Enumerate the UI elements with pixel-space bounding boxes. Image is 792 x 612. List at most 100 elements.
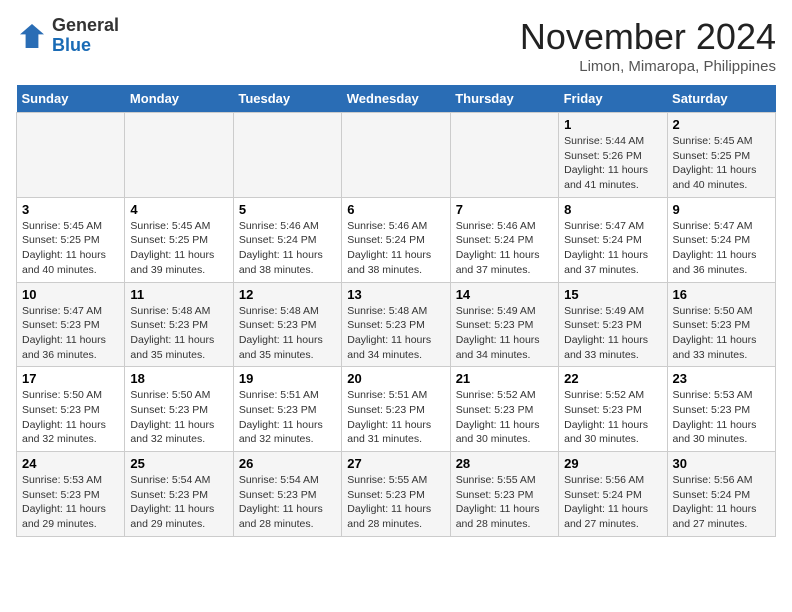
day-info: Sunrise: 5:49 AM Sunset: 5:23 PM Dayligh… <box>564 304 661 363</box>
day-info: Sunrise: 5:55 AM Sunset: 5:23 PM Dayligh… <box>347 473 444 532</box>
day-info: Sunrise: 5:49 AM Sunset: 5:23 PM Dayligh… <box>456 304 553 363</box>
day-number: 29 <box>564 456 661 471</box>
calendar-cell: 27Sunrise: 5:55 AM Sunset: 5:23 PM Dayli… <box>342 452 450 537</box>
day-number: 3 <box>22 202 119 217</box>
day-info: Sunrise: 5:45 AM Sunset: 5:25 PM Dayligh… <box>673 134 770 193</box>
calendar-cell: 5 Sunrise: 5:46 AM Sunset: 5:24 PM Daylig… <box>233 197 341 282</box>
calendar-cell: 12 Sunrise: 5:48 AM Sunset: 5:23 PM Dayli… <box>233 282 341 367</box>
day-number: 1 <box>564 117 661 132</box>
day-number: 19 <box>239 371 336 386</box>
calendar-cell: 4Sunrise: 5:45 AM Sunset: 5:25 PM Daylig… <box>125 197 233 282</box>
day-number: 6 <box>347 202 444 217</box>
day-info: Sunrise: 5:48 AM Sunset: 5:23 PM Dayligh… <box>239 304 336 363</box>
day-info: Sunrise: 5:46 AM Sunset: 5:24 PM Dayligh… <box>239 219 336 278</box>
day-number: 15 <box>564 287 661 302</box>
calendar-cell <box>17 113 125 198</box>
calendar-cell: 16Sunrise: 5:50 AM Sunset: 5:23 PM Dayli… <box>667 282 775 367</box>
calendar-week-row: 24Sunrise: 5:53 AM Sunset: 5:23 PM Dayli… <box>17 452 776 537</box>
calendar-cell: 20Sunrise: 5:51 AM Sunset: 5:23 PM Dayli… <box>342 367 450 452</box>
day-info: Sunrise: 5:51 AM Sunset: 5:23 PM Dayligh… <box>239 388 336 447</box>
day-info: Sunrise: 5:46 AM Sunset: 5:24 PM Dayligh… <box>347 219 444 278</box>
calendar-cell: 6 Sunrise: 5:46 AM Sunset: 5:24 PM Daylig… <box>342 197 450 282</box>
day-number: 24 <box>22 456 119 471</box>
calendar-cell <box>233 113 341 198</box>
day-info: Sunrise: 5:55 AM Sunset: 5:23 PM Dayligh… <box>456 473 553 532</box>
calendar-cell: 19 Sunrise: 5:51 AM Sunset: 5:23 PM Dayli… <box>233 367 341 452</box>
calendar-cell: 7 Sunrise: 5:46 AM Sunset: 5:24 PM Daylig… <box>450 197 558 282</box>
calendar-body: 1 Sunrise: 5:44 AM Sunset: 5:26 PM Daylig… <box>17 113 776 537</box>
calendar-cell: 2Sunrise: 5:45 AM Sunset: 5:25 PM Daylig… <box>667 113 775 198</box>
day-number: 23 <box>673 371 770 386</box>
day-number: 14 <box>456 287 553 302</box>
calendar-week-row: 1 Sunrise: 5:44 AM Sunset: 5:26 PM Daylig… <box>17 113 776 198</box>
weekday-header: Tuesday <box>233 85 341 113</box>
day-info: Sunrise: 5:50 AM Sunset: 5:23 PM Dayligh… <box>22 388 119 447</box>
calendar-table: SundayMondayTuesdayWednesdayThursdayFrid… <box>16 85 776 537</box>
logo-general: General <box>52 16 119 36</box>
calendar-cell: 15 Sunrise: 5:49 AM Sunset: 5:23 PM Dayli… <box>559 282 667 367</box>
calendar-cell: 8Sunrise: 5:47 AM Sunset: 5:24 PM Daylig… <box>559 197 667 282</box>
calendar-cell <box>342 113 450 198</box>
day-number: 30 <box>673 456 770 471</box>
calendar-week-row: 10 Sunrise: 5:47 AM Sunset: 5:23 PM Dayli… <box>17 282 776 367</box>
weekday-header: Friday <box>559 85 667 113</box>
day-info: Sunrise: 5:53 AM Sunset: 5:23 PM Dayligh… <box>673 388 770 447</box>
weekday-header: Monday <box>125 85 233 113</box>
calendar-cell <box>125 113 233 198</box>
day-number: 10 <box>22 287 119 302</box>
day-number: 11 <box>130 287 227 302</box>
calendar-cell: 23 Sunrise: 5:53 AM Sunset: 5:23 PM Dayli… <box>667 367 775 452</box>
calendar-cell: 29 Sunrise: 5:56 AM Sunset: 5:24 PM Dayli… <box>559 452 667 537</box>
month-title: November 2024 <box>520 16 776 58</box>
calendar-cell: 11 Sunrise: 5:48 AM Sunset: 5:23 PM Dayli… <box>125 282 233 367</box>
day-number: 9 <box>673 202 770 217</box>
calendar-cell: 3Sunrise: 5:45 AM Sunset: 5:25 PM Daylig… <box>17 197 125 282</box>
day-info: Sunrise: 5:51 AM Sunset: 5:23 PM Dayligh… <box>347 388 444 447</box>
logo: General Blue <box>16 16 119 56</box>
title-block: November 2024 Limon, Mimaropa, Philippin… <box>520 16 776 75</box>
day-info: Sunrise: 5:52 AM Sunset: 5:23 PM Dayligh… <box>456 388 553 447</box>
calendar-cell <box>450 113 558 198</box>
day-info: Sunrise: 5:48 AM Sunset: 5:23 PM Dayligh… <box>130 304 227 363</box>
calendar-cell: 24Sunrise: 5:53 AM Sunset: 5:23 PM Dayli… <box>17 452 125 537</box>
calendar-week-row: 17 Sunrise: 5:50 AM Sunset: 5:23 PM Dayli… <box>17 367 776 452</box>
calendar-week-row: 3Sunrise: 5:45 AM Sunset: 5:25 PM Daylig… <box>17 197 776 282</box>
calendar-cell: 30 Sunrise: 5:56 AM Sunset: 5:24 PM Dayli… <box>667 452 775 537</box>
logo-icon <box>16 20 48 52</box>
calendar-cell: 28Sunrise: 5:55 AM Sunset: 5:23 PM Dayli… <box>450 452 558 537</box>
day-info: Sunrise: 5:44 AM Sunset: 5:26 PM Dayligh… <box>564 134 661 193</box>
day-info: Sunrise: 5:56 AM Sunset: 5:24 PM Dayligh… <box>564 473 661 532</box>
calendar-cell: 26 Sunrise: 5:54 AM Sunset: 5:23 PM Dayli… <box>233 452 341 537</box>
calendar-cell: 14 Sunrise: 5:49 AM Sunset: 5:23 PM Dayli… <box>450 282 558 367</box>
weekday-header-row: SundayMondayTuesdayWednesdayThursdayFrid… <box>17 85 776 113</box>
calendar-cell: 22 Sunrise: 5:52 AM Sunset: 5:23 PM Dayli… <box>559 367 667 452</box>
calendar-cell: 21 Sunrise: 5:52 AM Sunset: 5:23 PM Dayli… <box>450 367 558 452</box>
day-info: Sunrise: 5:48 AM Sunset: 5:23 PM Dayligh… <box>347 304 444 363</box>
day-number: 5 <box>239 202 336 217</box>
day-info: Sunrise: 5:47 AM Sunset: 5:23 PM Dayligh… <box>22 304 119 363</box>
calendar-cell: 9Sunrise: 5:47 AM Sunset: 5:24 PM Daylig… <box>667 197 775 282</box>
day-info: Sunrise: 5:46 AM Sunset: 5:24 PM Dayligh… <box>456 219 553 278</box>
day-info: Sunrise: 5:56 AM Sunset: 5:24 PM Dayligh… <box>673 473 770 532</box>
weekday-header: Saturday <box>667 85 775 113</box>
page-header: General Blue November 2024 Limon, Mimaro… <box>16 16 776 75</box>
day-number: 26 <box>239 456 336 471</box>
day-number: 21 <box>456 371 553 386</box>
day-number: 7 <box>456 202 553 217</box>
day-info: Sunrise: 5:54 AM Sunset: 5:23 PM Dayligh… <box>239 473 336 532</box>
day-number: 25 <box>130 456 227 471</box>
logo-blue: Blue <box>52 36 119 56</box>
day-info: Sunrise: 5:54 AM Sunset: 5:23 PM Dayligh… <box>130 473 227 532</box>
day-number: 12 <box>239 287 336 302</box>
day-info: Sunrise: 5:47 AM Sunset: 5:24 PM Dayligh… <box>564 219 661 278</box>
day-number: 4 <box>130 202 227 217</box>
day-info: Sunrise: 5:50 AM Sunset: 5:23 PM Dayligh… <box>130 388 227 447</box>
day-number: 18 <box>130 371 227 386</box>
weekday-header: Thursday <box>450 85 558 113</box>
day-number: 22 <box>564 371 661 386</box>
day-info: Sunrise: 5:52 AM Sunset: 5:23 PM Dayligh… <box>564 388 661 447</box>
day-info: Sunrise: 5:50 AM Sunset: 5:23 PM Dayligh… <box>673 304 770 363</box>
day-number: 13 <box>347 287 444 302</box>
calendar-cell: 10 Sunrise: 5:47 AM Sunset: 5:23 PM Dayli… <box>17 282 125 367</box>
day-number: 17 <box>22 371 119 386</box>
